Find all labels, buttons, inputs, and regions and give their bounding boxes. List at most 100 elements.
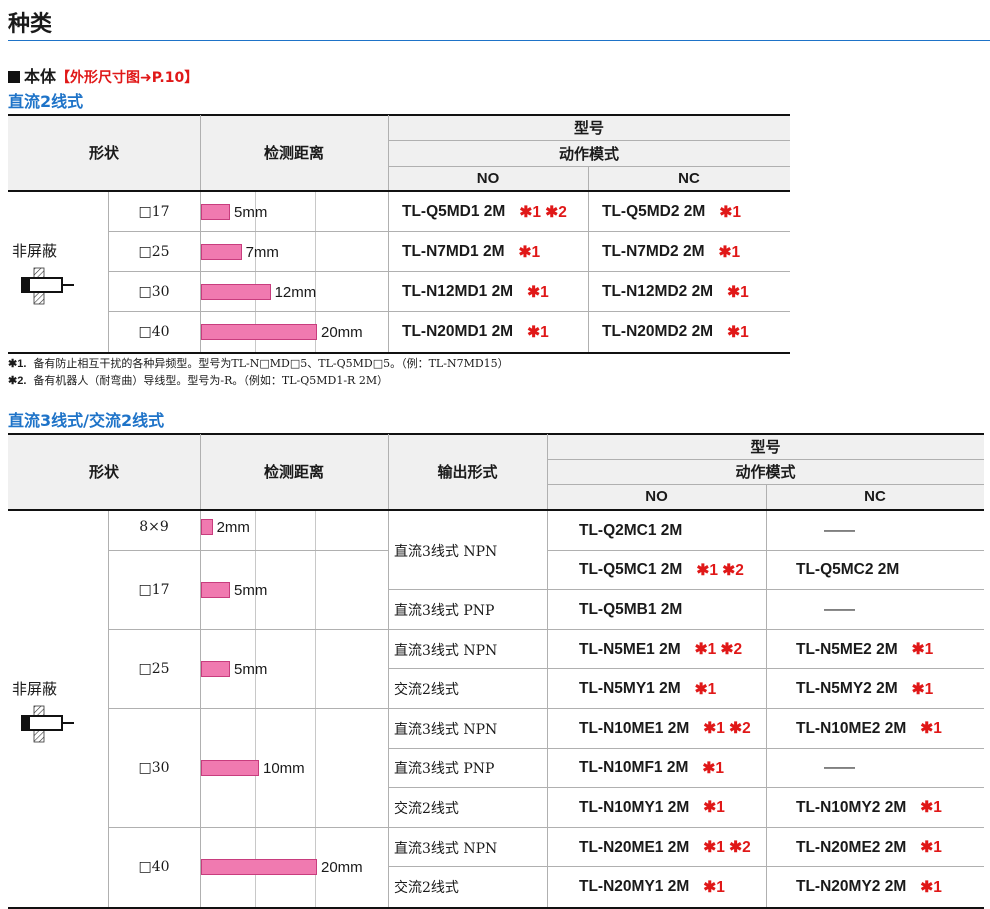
distance-label: 5mm (234, 660, 268, 678)
no-model-cell: TL-N12MD1 2M ✱1 (402, 272, 588, 312)
distance-label: 20mm (321, 858, 363, 876)
col-no-header: NO (388, 166, 588, 190)
col-nc-header-text: NC (678, 169, 700, 187)
col-shape-header: 形状 (8, 115, 200, 190)
no-model-cell: TL-Q5MD1 2M ✱1 ✱2 (402, 192, 588, 232)
output-form-cell-text: 交流2线式 (394, 800, 459, 817)
size-cell-text: □25 (138, 661, 170, 678)
no-model-cell: TL-N10MY1 2M ✱1 (579, 788, 766, 828)
distance-cell: 20mm (201, 312, 363, 352)
col-divider (766, 511, 767, 907)
distance-bar (201, 244, 242, 260)
distance-label: 2mm (216, 518, 250, 536)
col-shape-header-text: 形状 (88, 464, 119, 481)
col-model-header: 型号 (388, 115, 790, 140)
col-divider (588, 192, 589, 352)
table2-heading: 直流3线式/交流2线式 (8, 411, 165, 430)
distance-cell: 7mm (201, 232, 279, 272)
shield-type-label: 非屏蔽 (12, 680, 58, 698)
footnote-reference: ✱1 (920, 878, 942, 896)
output-form-cell: 交流2线式 (394, 788, 547, 828)
model-number: TL-N5ME1 2M (579, 640, 681, 658)
size-cell-text: □17 (138, 204, 170, 220)
section-heading: 本体【外形尺寸图➜P.10】 (8, 63, 198, 87)
footnote-reference: ✱1 (527, 283, 549, 301)
distance-label: 10mm (263, 759, 305, 777)
footnote-text: 备有防止相互干扰的各种异频型。型号为TL-N□MD□5、TL-Q5MD□5。（例… (33, 357, 509, 370)
size-cell: □30 (108, 272, 200, 312)
footnote-reference: ✱1 (703, 878, 725, 896)
size-cell: □25 (108, 232, 200, 272)
nc-model-cell: TL-Q5MC2 2M (796, 551, 984, 591)
col-nc-header-text: NC (864, 488, 886, 505)
col-model-header-text: 型号 (750, 439, 781, 456)
size-cell: □30 (108, 709, 200, 828)
model-number: TL-Q5MD2 2M (602, 203, 706, 220)
square-bullet-icon (8, 71, 20, 83)
nc-model-cell: —— (796, 749, 990, 789)
model-number: TL-N10ME2 2M (796, 719, 907, 737)
model-number: TL-N5ME2 2M (796, 640, 898, 658)
footnote-reference: ✱1 (702, 759, 724, 777)
nc-model-cell: TL-N10ME2 2M ✱1 (796, 709, 984, 749)
model-number: —— (824, 521, 855, 539)
nc-model-cell: TL-N20ME2 2M ✱1 (796, 828, 984, 868)
size-cell-text: □30 (138, 760, 170, 777)
col-no-header: NO (547, 484, 766, 509)
output-form-cell-text: 直流3线式 PNP (394, 602, 495, 619)
col-nc-header: NC (588, 166, 790, 190)
col-nc-header: NC (766, 484, 984, 509)
nc-model-cell: TL-N5ME2 2M ✱1 (796, 630, 984, 670)
no-model-cell: TL-N5MY1 2M ✱1 (579, 669, 766, 709)
no-model-cell: TL-N5ME1 2M ✱1 ✱2 (579, 630, 766, 670)
distance-cell: 5mm (201, 192, 267, 232)
footnote-1: ✱1. 备有防止相互干扰的各种异频型。型号为TL-N□MD□5、TL-Q5MD□… (8, 355, 509, 371)
nc-model-cell: TL-N7MD2 2M ✱1 (602, 232, 790, 272)
size-cell: □17 (108, 192, 200, 232)
dimension-link[interactable]: 【外形尺寸图➜P.10】 (56, 70, 198, 86)
footnote-reference: ✱1 (703, 799, 725, 817)
model-number: TL-Q2MC1 2M (579, 521, 683, 539)
distance-cell: 5mm (201, 630, 267, 709)
distance-bar (201, 519, 213, 535)
model-number: TL-N10MF1 2M (579, 759, 689, 777)
col-distance-header: 检测距离 (200, 434, 388, 509)
footnote-mark: ✱1. (8, 358, 27, 370)
no-model-cell: TL-N20ME1 2M ✱1 ✱2 (579, 828, 766, 868)
table-bottom-rule (8, 352, 790, 354)
distance-bar (201, 324, 317, 340)
output-form-cell: 直流3线式 PNP (394, 749, 547, 789)
footnote-mark: ✱2. (8, 375, 27, 387)
col-shape-header: 形状 (8, 434, 200, 509)
distance-bar (201, 859, 317, 876)
col-output-header: 输出形式 (388, 434, 547, 509)
footnote-reference: ✱1 ✱2 (703, 839, 751, 857)
size-cell: □40 (108, 312, 200, 352)
footnote-reference: ✱1 (527, 323, 549, 341)
distance-label: 12mm (274, 283, 317, 301)
output-form-cell: 直流3线式 NPN (394, 828, 547, 868)
output-form-cell-text: 交流2线式 (394, 682, 459, 699)
output-form-cell: 直流3线式 NPN (394, 630, 547, 670)
model-number: TL-N5MY1 2M (579, 680, 681, 698)
footnote-reference: ✱1 ✱2 (694, 641, 743, 659)
footnote-reference: ✱1 (911, 680, 934, 698)
distance-cell: 2mm (201, 511, 250, 543)
col-divider (388, 192, 389, 352)
shield-type-label: 非屏蔽 (12, 242, 58, 260)
model-number: TL-Q5MB1 2M (579, 600, 683, 618)
model-number: —— (824, 759, 855, 777)
non-shielded-sensor-icon (20, 266, 76, 310)
model-number: TL-N7MD1 2M (402, 243, 505, 260)
nc-model-cell: TL-N20MY2 2M ✱1 (796, 867, 984, 907)
table1-heading: 直流2线式 (8, 92, 84, 111)
nc-model-cell: TL-N10MY2 2M ✱1 (796, 788, 984, 828)
distance-bar (201, 760, 259, 777)
size-cell-text: □40 (138, 324, 170, 340)
footnote-reference: ✱1 (727, 283, 749, 301)
distance-label: 5mm (234, 203, 268, 221)
footnote-reference: ✱1 (920, 799, 942, 817)
output-form-cell: 直流3线式 NPN (394, 511, 547, 590)
distance-label: 7mm (245, 243, 279, 261)
footnote-reference: ✱1 ✱2 (696, 561, 744, 579)
